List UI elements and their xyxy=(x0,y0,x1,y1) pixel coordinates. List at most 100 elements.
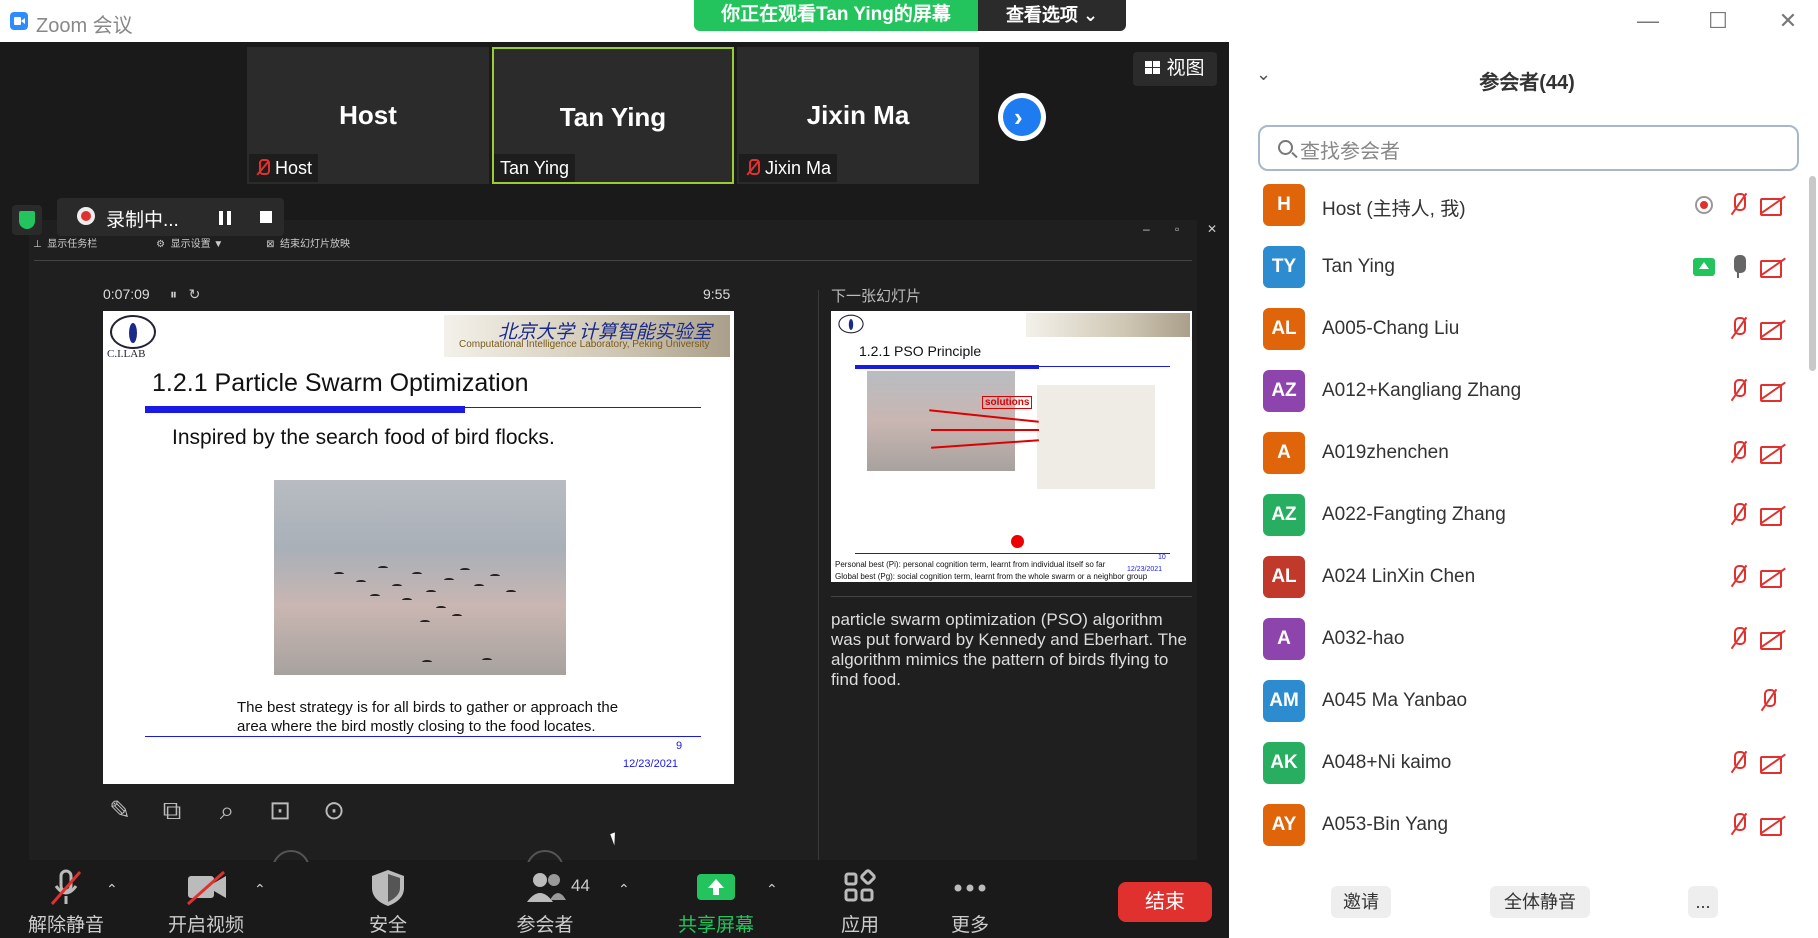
end-slideshow-button[interactable]: 结束幻灯片放映 xyxy=(280,239,350,250)
title-bar xyxy=(855,365,1039,369)
search-icon xyxy=(1278,140,1293,155)
collapse-panel-icon[interactable]: ⌄ xyxy=(1256,64,1271,85)
tile-label-text: Tan Ying xyxy=(500,158,570,178)
more-button[interactable]: 更多 xyxy=(934,868,1006,936)
reset-icon[interactable]: ↻ xyxy=(189,286,201,302)
unmute-label: 解除静音 xyxy=(27,915,104,936)
sharing-indicator-icon[interactable] xyxy=(1693,258,1715,276)
mic-muted-icon[interactable] xyxy=(1727,627,1751,651)
avatar: AZ xyxy=(1263,370,1305,412)
mic-muted-icon[interactable] xyxy=(1727,503,1751,527)
participants-button[interactable]: 44 参会者 xyxy=(500,868,610,936)
participant-row[interactable]: A A019zhenchen xyxy=(1229,424,1809,486)
pv-minimize-icon[interactable]: – xyxy=(1143,222,1150,236)
panel-more-button[interactable]: ... xyxy=(1688,886,1718,918)
slides-grid-icon[interactable]: ⧉ xyxy=(155,793,189,827)
shield-icon xyxy=(372,870,404,906)
stop-recording-icon[interactable] xyxy=(260,211,272,223)
mic-on-icon[interactable] xyxy=(1727,255,1751,279)
maximize-icon[interactable]: ☐ xyxy=(1698,6,1738,36)
participants-options-caret[interactable]: ⌃ xyxy=(618,882,632,896)
subtitle-toggle-icon[interactable]: ⊡ xyxy=(263,793,297,827)
camera-off-icon[interactable] xyxy=(1760,255,1784,279)
minimize-icon[interactable]: — xyxy=(1628,6,1668,36)
close-icon[interactable]: ✕ xyxy=(1768,6,1808,36)
solutions-label: solutions xyxy=(982,396,1033,409)
participant-row[interactable]: AL A005-Chang Liu xyxy=(1229,300,1809,362)
pause-icon[interactable]: ⏸ xyxy=(170,286,177,302)
show-taskbar-button[interactable]: 显示任务栏 xyxy=(47,239,97,250)
unmute-button[interactable]: 解除静音 xyxy=(20,868,112,936)
current-slide: C.I.LAB 北京大学 计算智能实验室 Computational Intel… xyxy=(103,311,734,784)
recording-indicator-icon[interactable] xyxy=(1695,196,1713,214)
avatar: AY xyxy=(1263,804,1305,846)
camera-off-icon[interactable] xyxy=(1760,441,1784,465)
end-show-icon: ⊠ xyxy=(266,239,275,250)
participant-row[interactable]: AZ A012+Kangliang Zhang xyxy=(1229,362,1809,424)
camera-off-icon[interactable] xyxy=(1760,379,1784,403)
slide-note: The best strategy is for all birds to ga… xyxy=(237,698,618,736)
mic-muted-icon[interactable] xyxy=(1727,317,1751,341)
panel-title: 参会者(44) xyxy=(1479,72,1575,94)
camera-off-icon[interactable] xyxy=(1760,317,1784,341)
settings-icon: ⚙ xyxy=(156,239,166,250)
view-options-button[interactable]: 查看选项 ⌄ xyxy=(978,0,1126,31)
avatar: A xyxy=(1263,432,1305,474)
camera-off-icon[interactable] xyxy=(1760,193,1784,217)
participant-row[interactable]: AK A048+Ni kaimo xyxy=(1229,734,1809,796)
pause-recording-icon[interactable] xyxy=(219,211,231,225)
camera-off-icon[interactable] xyxy=(1760,751,1784,775)
apps-button[interactable]: 应用 xyxy=(824,868,896,936)
participant-row[interactable]: AY A053-Bin Yang xyxy=(1229,796,1809,856)
start-video-button[interactable]: 开启视频 xyxy=(158,868,254,936)
next-slide-title: 1.2.1 PSO Principle xyxy=(859,343,982,359)
tile-name: Tan Ying xyxy=(559,102,667,132)
video-tile-host[interactable]: Host Host xyxy=(247,47,489,184)
camera-off-icon[interactable] xyxy=(1760,503,1784,527)
mic-muted-icon[interactable] xyxy=(1727,565,1751,589)
participant-row[interactable]: AZ A022-Fangting Zhang xyxy=(1229,486,1809,548)
avatar: TY xyxy=(1263,246,1305,288)
participant-row[interactable]: AL A024 LinXin Chen xyxy=(1229,548,1809,610)
display-settings-button[interactable]: 显示设置 ▼ xyxy=(171,239,224,250)
video-tile-tan-ying[interactable]: Tan Ying Tan Ying xyxy=(492,47,734,184)
divider xyxy=(818,290,819,860)
mic-muted-icon[interactable] xyxy=(1757,689,1781,713)
pen-icon[interactable]: ✎ xyxy=(103,793,137,827)
avatar: A xyxy=(1263,618,1305,660)
panel-scrollbar[interactable] xyxy=(1809,176,1816,371)
mic-muted-icon xyxy=(50,869,82,905)
mic-muted-icon xyxy=(255,159,270,177)
participant-count: 44 xyxy=(571,876,590,895)
mute-all-button[interactable]: 全体静音 xyxy=(1490,886,1590,918)
more-options-icon[interactable]: ⊙ xyxy=(317,793,351,827)
apps-icon xyxy=(844,869,876,902)
end-meeting-button[interactable]: 结束 xyxy=(1118,882,1212,922)
share-options-caret[interactable]: ⌃ xyxy=(766,882,780,896)
mic-muted-icon[interactable] xyxy=(1727,441,1751,465)
share-screen-button[interactable]: 共享屏幕 xyxy=(670,868,762,936)
mic-muted-icon[interactable] xyxy=(1727,379,1751,403)
camera-off-icon[interactable] xyxy=(1760,813,1784,837)
zoom-slide-icon[interactable]: ⌕ xyxy=(210,793,244,827)
camera-off-icon[interactable] xyxy=(1760,627,1784,651)
mic-muted-icon[interactable] xyxy=(1727,751,1751,775)
pv-close-icon[interactable]: ✕ xyxy=(1207,222,1217,236)
video-tile-jixin-ma[interactable]: Jixin Ma Jixin Ma xyxy=(737,47,979,184)
camera-off-icon[interactable] xyxy=(1760,565,1784,589)
security-button[interactable]: 安全 xyxy=(350,868,426,936)
participant-row[interactable]: A A032-hao xyxy=(1229,610,1809,672)
view-button[interactable]: 视图 xyxy=(1133,52,1217,86)
mic-muted-icon[interactable] xyxy=(1727,193,1751,217)
video-options-caret[interactable]: ⌃ xyxy=(254,882,268,896)
mic-muted-icon[interactable] xyxy=(1727,813,1751,837)
participant-row[interactable]: AM A045 Ma Yanbao xyxy=(1229,672,1809,734)
pv-restore-icon[interactable]: ▫ xyxy=(1175,222,1179,236)
security-shield-icon[interactable] xyxy=(12,205,42,235)
audio-options-caret[interactable]: ⌃ xyxy=(106,882,120,896)
participant-row[interactable]: H Host (主持人, 我) xyxy=(1229,176,1809,238)
invite-button[interactable]: 邀请 xyxy=(1331,886,1391,918)
window-title: Zoom 会议 xyxy=(36,15,133,37)
lab-logo-text: C.I.LAB xyxy=(107,348,146,360)
participant-row[interactable]: TY Tan Ying xyxy=(1229,238,1809,300)
